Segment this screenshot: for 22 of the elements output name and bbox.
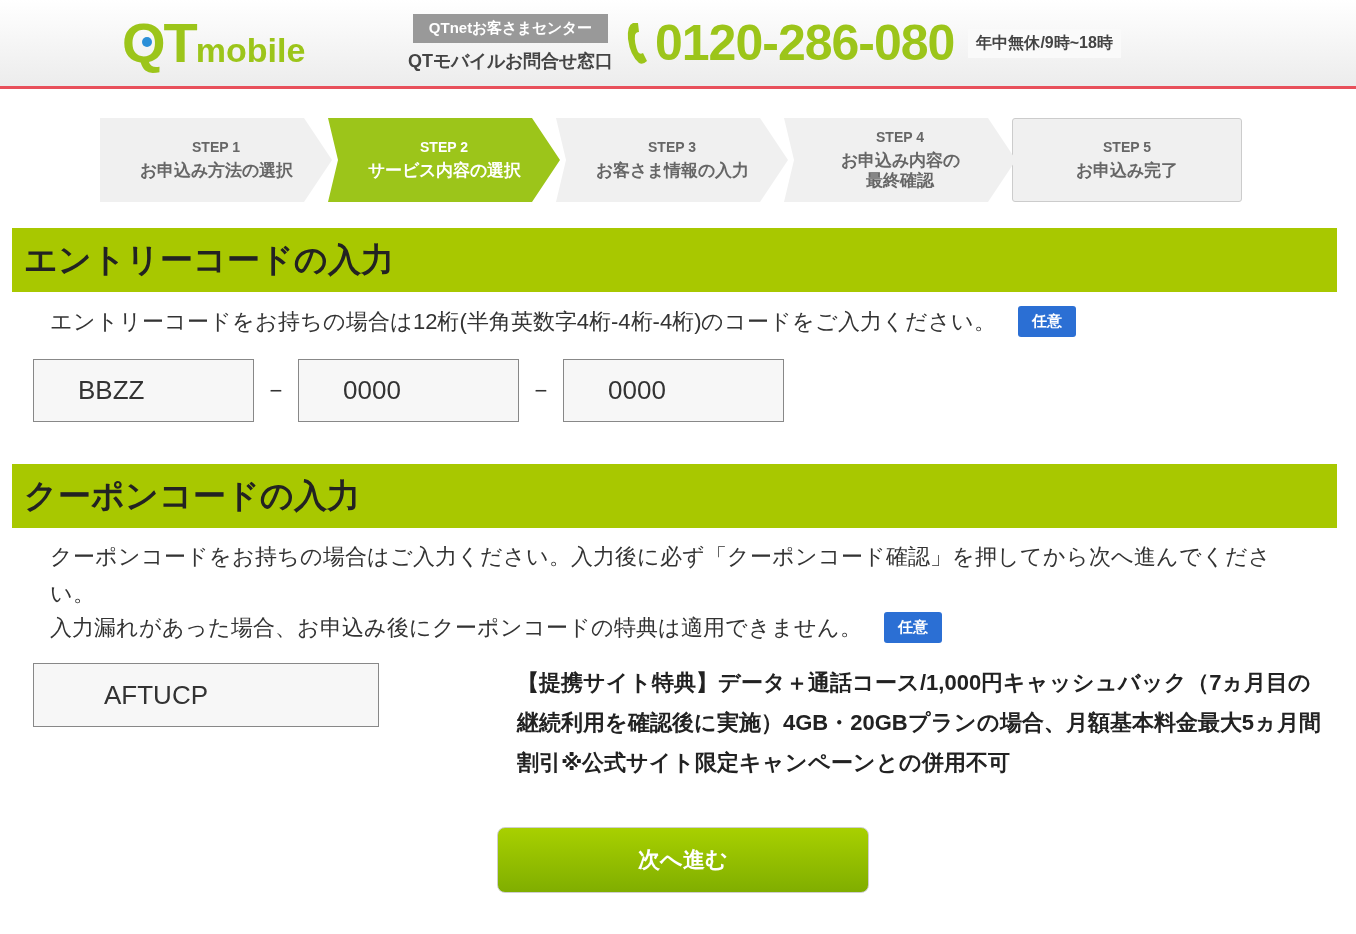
step-indicator: STEP 4 お申込み内容の 最終確認 xyxy=(784,118,1016,202)
step-indicator: STEP 2 サービス内容の選択 xyxy=(328,118,560,202)
separator: − xyxy=(268,377,284,404)
coupon-note: 入力漏れがあった場合、お申込み後にクーポンコードの特典は適用できません。 xyxy=(50,613,862,642)
phone-number: 0120-286-080 xyxy=(655,14,955,72)
step-indicator: STEP 1 お申込み方法の選択 xyxy=(100,118,332,202)
center-name: QTモバイルお問合せ窓口 xyxy=(408,49,613,73)
benefit-text: 【提携サイト特典】データ＋通話コース/1,000円キャッシュバック（7ヵ月目の継続利用を確認後に実施）4GB・20GBプランの場合、月額基本料金最大5ヵ月間割引※公式サイト限定キャンペーンとの併用不可 xyxy=(517,669,1322,777)
optional-badge: 任意 xyxy=(884,612,942,643)
input-field[interactable]: BBZZ xyxy=(33,359,254,422)
input-field[interactable]: 0000 xyxy=(298,359,519,422)
section-header: クーポンコードの入力 xyxy=(12,464,1337,528)
step-indicator: STEP 5 お申込み完了 xyxy=(1012,118,1242,202)
entry-description: エントリーコードをお持ちの場合は12桁(半角英数字4桁-4桁-4桁)のコードをご入力ください。 xyxy=(50,307,997,336)
section-header: エントリーコードの入力 xyxy=(12,228,1337,292)
input-field[interactable]: 0000 xyxy=(563,359,784,422)
input-field[interactable]: AFTUCP xyxy=(33,663,379,727)
separator: − xyxy=(533,377,549,404)
center-label: QTnetお客さまセンター xyxy=(412,13,609,43)
coupon-description: クーポンコードをお持ちの場合はご入力ください。入力後に必ず「クーポンコード確認」を押してから次へ進んでください。 xyxy=(49,543,1272,608)
step-indicator: STEP 3 お客さま情報の入力 xyxy=(556,118,788,202)
optional-badge: 任意 xyxy=(1018,306,1077,337)
